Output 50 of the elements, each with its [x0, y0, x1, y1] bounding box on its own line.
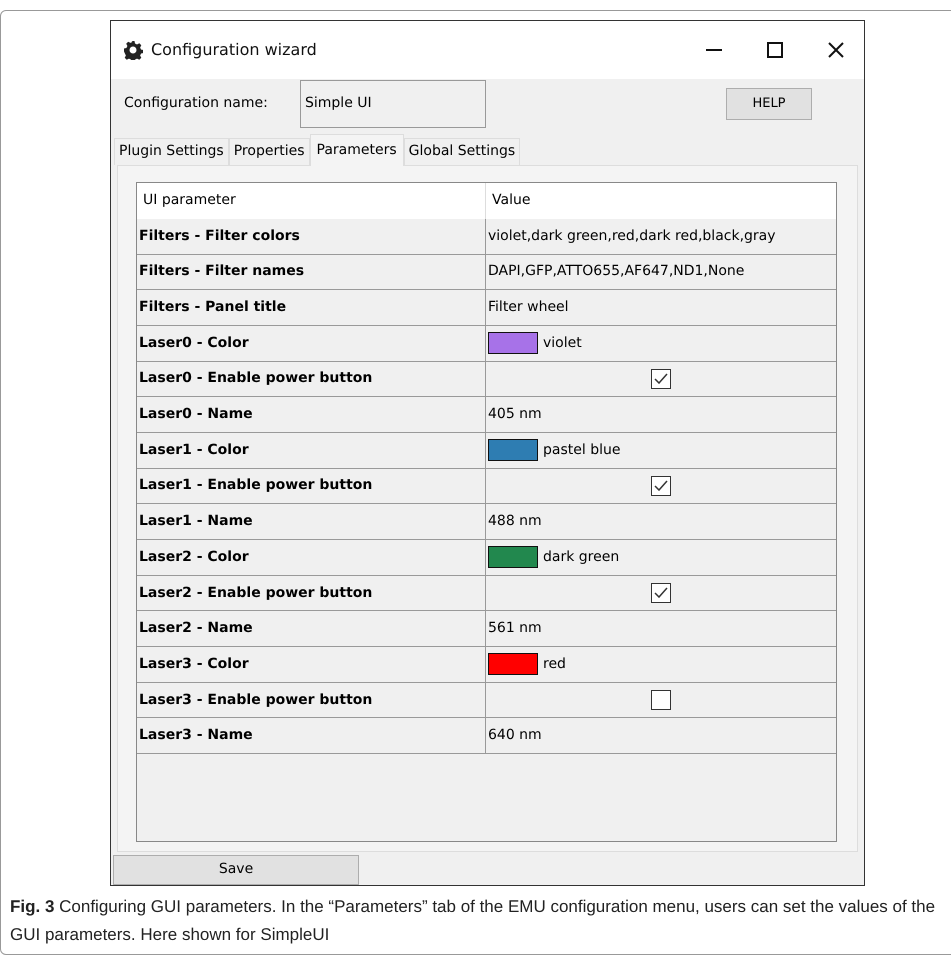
color-name: dark green — [543, 548, 620, 567]
parameter-cell: Filters - Panel title — [137, 290, 486, 325]
parameter-cell: Laser1 - Enable power button — [137, 468, 486, 504]
color-name: red — [543, 654, 566, 674]
value-cell-text: violet,dark green,red,dark red,black,gray — [488, 226, 776, 246]
parameter-cell: Laser2 - Color — [137, 540, 486, 575]
figure-caption: Fig. 3 Configuring GUI parameters. In the “Parameters” tab of the EMU configuration menu, users can set the values of the GUI parameters. Here shown for SimpleUI — [10, 896, 936, 946]
value-cell-text: 640 nm — [488, 726, 542, 746]
maximize-icon[interactable] — [767, 42, 783, 58]
parameter-cell: Laser1 - Color — [137, 432, 486, 468]
window-title: Configuration wizard — [151, 38, 317, 61]
checkbox[interactable] — [651, 476, 671, 496]
parameter-cell: Laser2 - Name — [137, 611, 486, 646]
value-cell-text: DAPI,GFP,ATTO655,AF647,ND1,None — [488, 262, 744, 282]
save-button[interactable]: Save — [113, 854, 359, 885]
color-swatch[interactable] — [488, 439, 538, 462]
tab[interactable]: Properties — [228, 138, 310, 165]
tab[interactable]: Plugin Settings — [114, 138, 229, 165]
tab[interactable]: Global Settings — [404, 138, 520, 165]
gear-icon — [123, 40, 143, 60]
color-swatch[interactable] — [488, 653, 538, 676]
parameter-cell: Laser1 - Name — [137, 504, 486, 539]
parameter-cell: Laser3 - Name — [137, 718, 486, 754]
parameter-cell: Filters - Filter colors — [137, 218, 486, 254]
parameter-cell: Laser0 - Enable power button — [137, 362, 486, 396]
help-button[interactable]: HELP — [726, 88, 812, 120]
value-cell-text: 488 nm — [488, 512, 542, 532]
parameter-cell: Filters - Filter names — [137, 254, 486, 290]
close-icon[interactable] — [828, 42, 844, 58]
parameter-cell: Laser0 - Name — [137, 397, 486, 432]
parameter-cell: Laser2 - Enable power button — [137, 576, 486, 610]
checkbox[interactable] — [651, 690, 671, 710]
parameter-cell: Laser3 - Enable power button — [137, 682, 486, 718]
checkbox[interactable] — [651, 583, 671, 604]
minimize-icon[interactable] — [706, 48, 722, 51]
value-cell-text: 405 nm — [488, 405, 542, 424]
value-cell-text: Filter wheel — [488, 298, 569, 318]
parameter-cell: Laser0 - Color — [137, 326, 486, 361]
checkbox[interactable] — [651, 368, 671, 389]
tab[interactable]: Parameters — [310, 134, 404, 166]
name-field[interactable]: Simple UI — [300, 80, 486, 128]
field-label: Configuration name: — [124, 94, 269, 114]
color-name: pastel blue — [543, 440, 620, 460]
color-swatch[interactable] — [488, 546, 538, 568]
color-name: violet — [543, 334, 582, 353]
column-header: Value — [491, 191, 532, 210]
column-header: UI parameter — [137, 182, 486, 219]
color-swatch[interactable] — [488, 332, 538, 354]
value-cell-text: 561 nm — [488, 619, 542, 638]
parameter-cell: Laser3 - Color — [137, 647, 486, 682]
